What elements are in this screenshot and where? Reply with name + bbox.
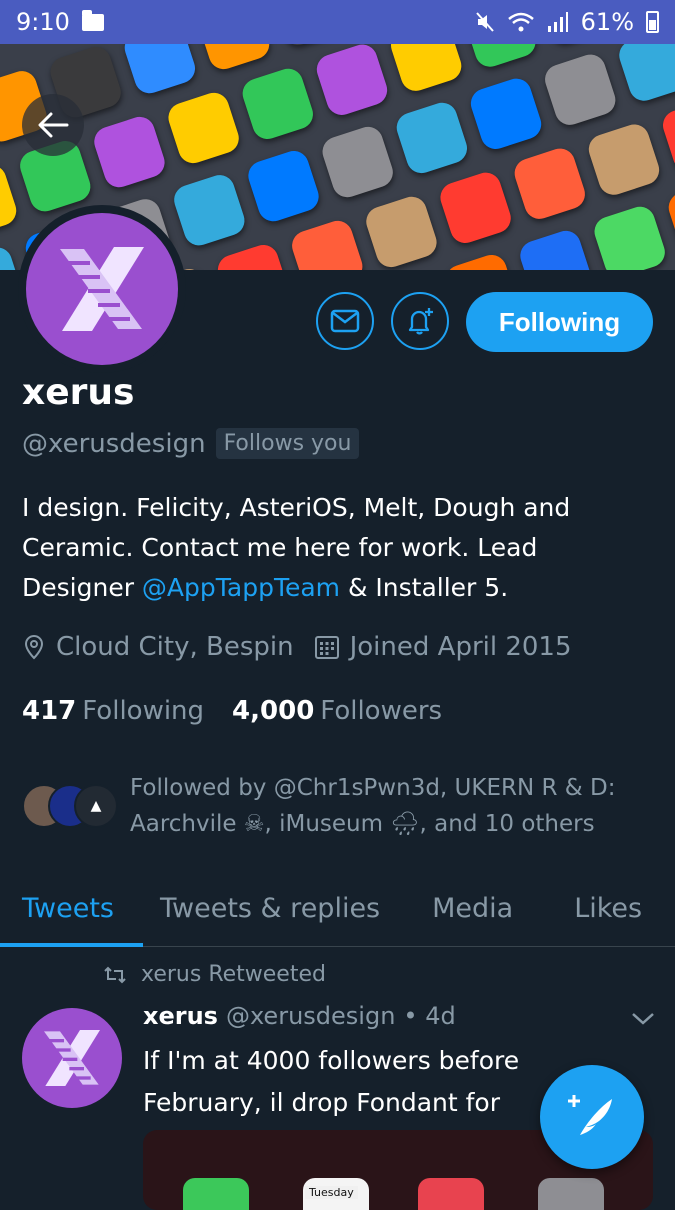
banner-app-tile: [312, 44, 392, 119]
tweet-avatar[interactable]: [22, 1008, 122, 1108]
tweet-header: xerus @xerusdesign • 4d: [143, 1002, 456, 1030]
folder-icon: [81, 9, 104, 31]
banner-app-tile: [170, 171, 249, 250]
following-count-link[interactable]: 417 Following: [22, 696, 204, 726]
bio-mention-link[interactable]: @AppTappTeam: [142, 573, 340, 602]
media-calendar-label: Tuesday: [305, 1186, 358, 1199]
arrow-left-icon: [38, 112, 69, 138]
follow-counts: 417 Following 4,000 Followers: [22, 696, 442, 726]
followed-by-text: Followed by @Chr1sPwn3d, UKERN R & D: Aa…: [130, 775, 616, 837]
banner-app-tile: [213, 241, 293, 270]
bio-text-end: & Installer 5.: [340, 573, 509, 602]
followers-count: 4,000: [232, 696, 315, 726]
status-bar: 9:10 61%: [0, 0, 675, 44]
banner-app-tile: [0, 161, 21, 240]
mute-icon: [475, 12, 494, 32]
profile-bio: I design. Felicity, AsteriOS, Melt, Doug…: [22, 488, 652, 608]
banner-app-tile: [244, 147, 323, 226]
banner-app-tile: [466, 74, 546, 153]
compose-tweet-icon: [568, 1095, 612, 1135]
follower-avatars: ▲: [22, 784, 118, 830]
battery-percent: 61%: [580, 8, 634, 36]
following-button[interactable]: Following: [466, 292, 653, 352]
join-date: Joined April 2015: [314, 632, 572, 662]
followers-label: Followers: [320, 696, 443, 726]
followed-by-row[interactable]: ▲ Followed by @Chr1sPwn3d, UKERN R & D: …: [22, 770, 650, 842]
media-app-tile: [418, 1178, 484, 1210]
banner-app-tile: [584, 120, 664, 199]
retweet-icon: [104, 966, 126, 983]
location: Cloud City, Bespin: [22, 632, 294, 662]
wifi-icon: [507, 12, 534, 32]
profile-tabs: Tweets Tweets & replies Media Likes: [0, 870, 675, 947]
status-time: 9:10: [16, 8, 70, 36]
xerus-logo-icon: [60, 247, 144, 331]
notifications-button[interactable]: [391, 292, 449, 350]
tab-tweets-replies[interactable]: Tweets & replies: [160, 870, 380, 946]
banner-app-tile: [269, 44, 348, 49]
profile-handle: @xerusdesign: [22, 428, 206, 459]
banner-app-tile: [510, 144, 589, 223]
media-app-tile: [183, 1178, 249, 1210]
banner-app-tile: [664, 178, 675, 257]
handle-row: @xerusdesign Follows you: [22, 428, 360, 459]
calendar-icon: [314, 636, 339, 659]
follower-avatar: ▲: [74, 784, 118, 828]
chevron-down-icon[interactable]: [630, 1010, 656, 1028]
tab-likes[interactable]: Likes: [574, 870, 642, 946]
location-text: Cloud City, Bespin: [56, 632, 294, 662]
banner-app-tile: [120, 44, 199, 98]
tweet-author-name[interactable]: xerus: [143, 1002, 218, 1030]
banner-app-tile: [194, 44, 274, 74]
banner-app-tile: [362, 192, 441, 270]
banner-app-tile: [615, 44, 675, 105]
banner-app-tile: [90, 113, 169, 192]
banner-app-tile: [164, 88, 243, 168]
message-button[interactable]: [316, 292, 374, 350]
banner-app-tile: [318, 122, 397, 202]
banner-app-tile: [436, 168, 515, 247]
banner-app-tile: [461, 44, 540, 71]
active-tab-indicator: [0, 943, 143, 947]
tab-tweets[interactable]: Tweets: [22, 870, 114, 946]
retweet-context: xerus Retweeted: [103, 962, 326, 987]
banner-app-tile: [541, 50, 620, 129]
banner-app-tile: [392, 98, 471, 178]
avatar: [26, 213, 178, 365]
media-app-tile: [538, 1178, 604, 1210]
tweet-time: • 4d: [403, 1002, 456, 1030]
banner-app-tile: [659, 96, 675, 175]
profile-avatar[interactable]: [18, 205, 186, 373]
banner-app-tile: [516, 226, 595, 270]
back-button[interactable]: [22, 94, 84, 156]
banner-app-tile: [442, 251, 521, 270]
banner-app-tile: [238, 64, 317, 143]
profile-meta: Cloud City, Bespin Joined April 2015: [22, 632, 572, 662]
signal-icon: [547, 12, 568, 32]
tweet-author-handle: @xerusdesign: [225, 1002, 396, 1030]
banner-app-tile: [387, 44, 466, 95]
followers-count-link[interactable]: 4,000 Followers: [232, 696, 442, 726]
xerus-logo-icon: [44, 1030, 100, 1086]
envelope-icon: [330, 309, 360, 333]
following-label: Following: [82, 696, 205, 726]
bell-plus-icon: [408, 308, 433, 335]
retweet-label: xerus Retweeted: [141, 962, 326, 987]
battery-icon: [646, 11, 659, 33]
compose-tweet-button[interactable]: [540, 1065, 644, 1169]
location-pin-icon: [24, 635, 44, 660]
joined-text: Joined April 2015: [349, 632, 572, 662]
banner-app-tile: [590, 202, 669, 270]
follows-you-badge: Follows you: [215, 428, 360, 459]
tab-media[interactable]: Media: [432, 870, 513, 946]
profile-name: xerus: [22, 372, 135, 413]
banner-app-tile: [535, 44, 614, 47]
banner-app-tile: [288, 216, 367, 270]
following-count: 417: [22, 696, 77, 726]
